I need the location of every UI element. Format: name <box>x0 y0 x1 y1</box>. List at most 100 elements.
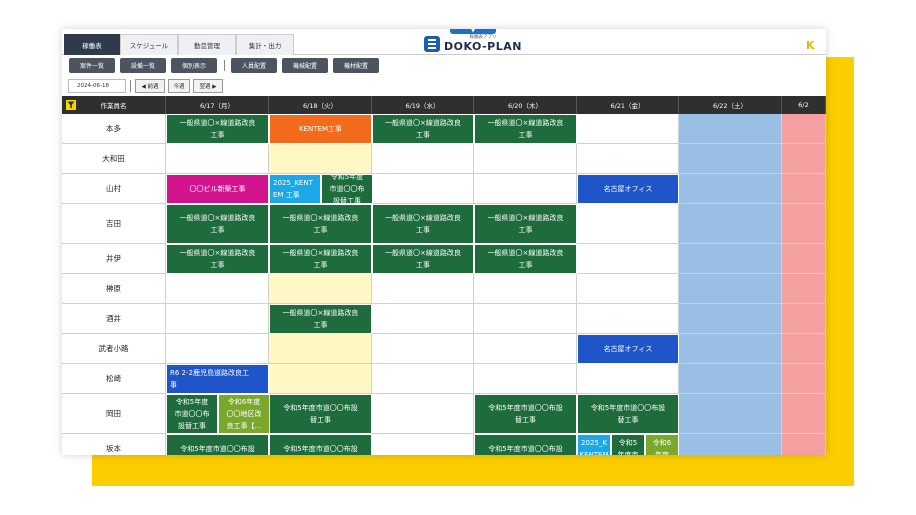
event-block[interactable]: 一般県道〇×線道路改良 工事 <box>166 114 269 144</box>
schedule-cell[interactable] <box>474 304 577 334</box>
event-block[interactable]: 名古屋オフィス <box>577 334 679 364</box>
event-block[interactable]: 一般県道〇×線道路改良 工事 <box>269 304 372 334</box>
schedule-cell[interactable] <box>577 244 679 274</box>
worker-name[interactable]: 山村 <box>62 174 166 204</box>
schedule-cell[interactable] <box>372 174 474 204</box>
schedule-cell[interactable] <box>679 364 782 394</box>
event-block[interactable]: 2025_K KENTEM <box>577 434 611 455</box>
schedule-cell[interactable] <box>372 144 474 174</box>
this-week-button[interactable]: 今週 <box>168 79 190 93</box>
event-block[interactable]: 一般県道〇×線道路改良 工事 <box>474 204 577 244</box>
schedule-cell[interactable] <box>577 364 679 394</box>
schedule-cell[interactable] <box>577 114 679 144</box>
event-block[interactable]: 一般県道〇×線道路改良 工事 <box>474 244 577 274</box>
schedule-cell[interactable] <box>679 434 782 455</box>
worker-name[interactable]: 岡田 <box>62 394 166 434</box>
event-block[interactable]: 名古屋オフィス <box>577 174 679 204</box>
worker-name[interactable]: 酒井 <box>62 304 166 334</box>
schedule-cell[interactable] <box>372 304 474 334</box>
schedule-cell[interactable] <box>474 364 577 394</box>
event-block[interactable]: 一般県道〇×線道路改良 工事 <box>372 204 474 244</box>
schedule-cell[interactable] <box>679 144 782 174</box>
main-tab-attendance-table[interactable]: 稼働表 <box>64 34 120 55</box>
event-block[interactable]: 令和5年度市道〇〇布設 <box>474 434 577 455</box>
schedule-cell[interactable] <box>474 334 577 364</box>
individual-view-button[interactable]: 個別表示 <box>171 58 217 73</box>
worker-name[interactable]: 井伊 <box>62 244 166 274</box>
schedule-cell[interactable] <box>782 274 826 304</box>
event-block[interactable]: 令和6 年度 <box>645 434 679 455</box>
schedule-cell[interactable] <box>679 204 782 244</box>
date-input[interactable]: 2024-06-18 <box>68 79 126 93</box>
event-block[interactable]: 一般県道〇×線道路改良 工事 <box>269 204 372 244</box>
schedule-cell[interactable] <box>782 434 826 455</box>
event-block[interactable]: 令和5年度市道〇〇布設替工事 <box>166 394 218 434</box>
machine-allocation-button[interactable]: 機械配置 <box>282 58 328 73</box>
schedule-cell[interactable] <box>372 274 474 304</box>
main-tab-attendance-management[interactable]: 勤怠管理 <box>178 34 236 55</box>
schedule-cell[interactable] <box>782 244 826 274</box>
schedule-cell[interactable] <box>679 114 782 144</box>
next-week-button[interactable]: 翌週 ▶ <box>193 79 223 93</box>
event-block[interactable]: R6 2-2鹿児島道路改良工事 <box>166 364 269 394</box>
schedule-cell[interactable] <box>782 144 826 174</box>
event-block[interactable]: 令和5年度市道〇〇布設 <box>269 434 372 455</box>
materials-allocation-button[interactable]: 機材配置 <box>333 58 379 73</box>
schedule-cell[interactable] <box>782 204 826 244</box>
schedule-cell[interactable] <box>474 144 577 174</box>
staff-allocation-button[interactable]: 人員配置 <box>231 58 277 73</box>
event-block[interactable]: 一般県道〇×線道路改良 工事 <box>166 244 269 274</box>
schedule-cell[interactable] <box>782 394 826 434</box>
event-block[interactable]: 令和5年度市道〇〇布設 <box>166 434 269 455</box>
event-block[interactable]: 一般県道〇×線道路改良 工事 <box>166 204 269 244</box>
equipment-list-button[interactable]: 設備一覧 <box>120 58 166 73</box>
schedule-cell[interactable] <box>782 334 826 364</box>
event-block[interactable]: 一般県道〇×線道路改良 工事 <box>372 244 474 274</box>
event-block[interactable]: 2025_KENT EM 工事 <box>269 174 321 204</box>
schedule-cell[interactable] <box>577 144 679 174</box>
schedule-cell[interactable] <box>372 434 474 455</box>
schedule-cell[interactable] <box>782 114 826 144</box>
schedule-cell[interactable] <box>474 274 577 304</box>
schedule-cell[interactable] <box>372 364 474 394</box>
event-block[interactable]: 一般県道〇×線道路改良 工事 <box>372 114 474 144</box>
schedule-cell[interactable] <box>679 304 782 334</box>
collapse-toggle[interactable]: ▼ <box>450 29 496 34</box>
schedule-cell[interactable] <box>166 144 269 174</box>
project-list-button[interactable]: 案件一覧 <box>69 58 115 73</box>
filter-icon[interactable] <box>65 99 77 111</box>
schedule-cell[interactable] <box>474 174 577 204</box>
schedule-cell[interactable] <box>679 274 782 304</box>
main-tab-totals-output[interactable]: 集計・出力 <box>236 34 294 55</box>
event-block[interactable]: 令和5年度市道〇〇布設替工事 <box>577 394 679 434</box>
schedule-cell[interactable] <box>166 274 269 304</box>
event-block[interactable]: 〇〇ビル新築工事 <box>166 174 269 204</box>
event-block[interactable]: 令和5年度市道〇〇布設替工事 <box>474 394 577 434</box>
worker-name[interactable]: 武者小路 <box>62 334 166 364</box>
schedule-cell[interactable] <box>679 174 782 204</box>
event-block[interactable]: 令和5年度市道〇〇布設替工事 <box>321 174 373 204</box>
worker-name[interactable]: 大和田 <box>62 144 166 174</box>
schedule-cell[interactable] <box>782 174 826 204</box>
schedule-cell[interactable] <box>269 144 372 174</box>
schedule-cell[interactable] <box>372 334 474 364</box>
schedule-cell[interactable] <box>269 274 372 304</box>
event-block[interactable]: KENTEM工事 <box>269 114 372 144</box>
schedule-cell[interactable] <box>782 304 826 334</box>
schedule-cell[interactable] <box>577 274 679 304</box>
schedule-cell[interactable] <box>577 304 679 334</box>
schedule-cell[interactable] <box>679 334 782 364</box>
schedule-cell[interactable] <box>269 364 372 394</box>
worker-name[interactable]: 吉田 <box>62 204 166 244</box>
schedule-cell[interactable] <box>577 204 679 244</box>
event-block[interactable]: 令和5年度市道〇〇布設替工事 <box>269 394 372 434</box>
schedule-cell[interactable] <box>782 364 826 394</box>
schedule-cell[interactable] <box>166 334 269 364</box>
event-block[interactable]: 一般県道〇×線道路改良 工事 <box>474 114 577 144</box>
main-tab-schedule[interactable]: スケジュール <box>120 34 178 55</box>
schedule-cell[interactable] <box>269 334 372 364</box>
schedule-cell[interactable] <box>166 304 269 334</box>
schedule-cell[interactable] <box>372 394 474 434</box>
event-block[interactable]: 令和6年度 〇〇地区改 良工事【… <box>218 394 270 434</box>
worker-name[interactable]: 坂本 <box>62 434 166 455</box>
